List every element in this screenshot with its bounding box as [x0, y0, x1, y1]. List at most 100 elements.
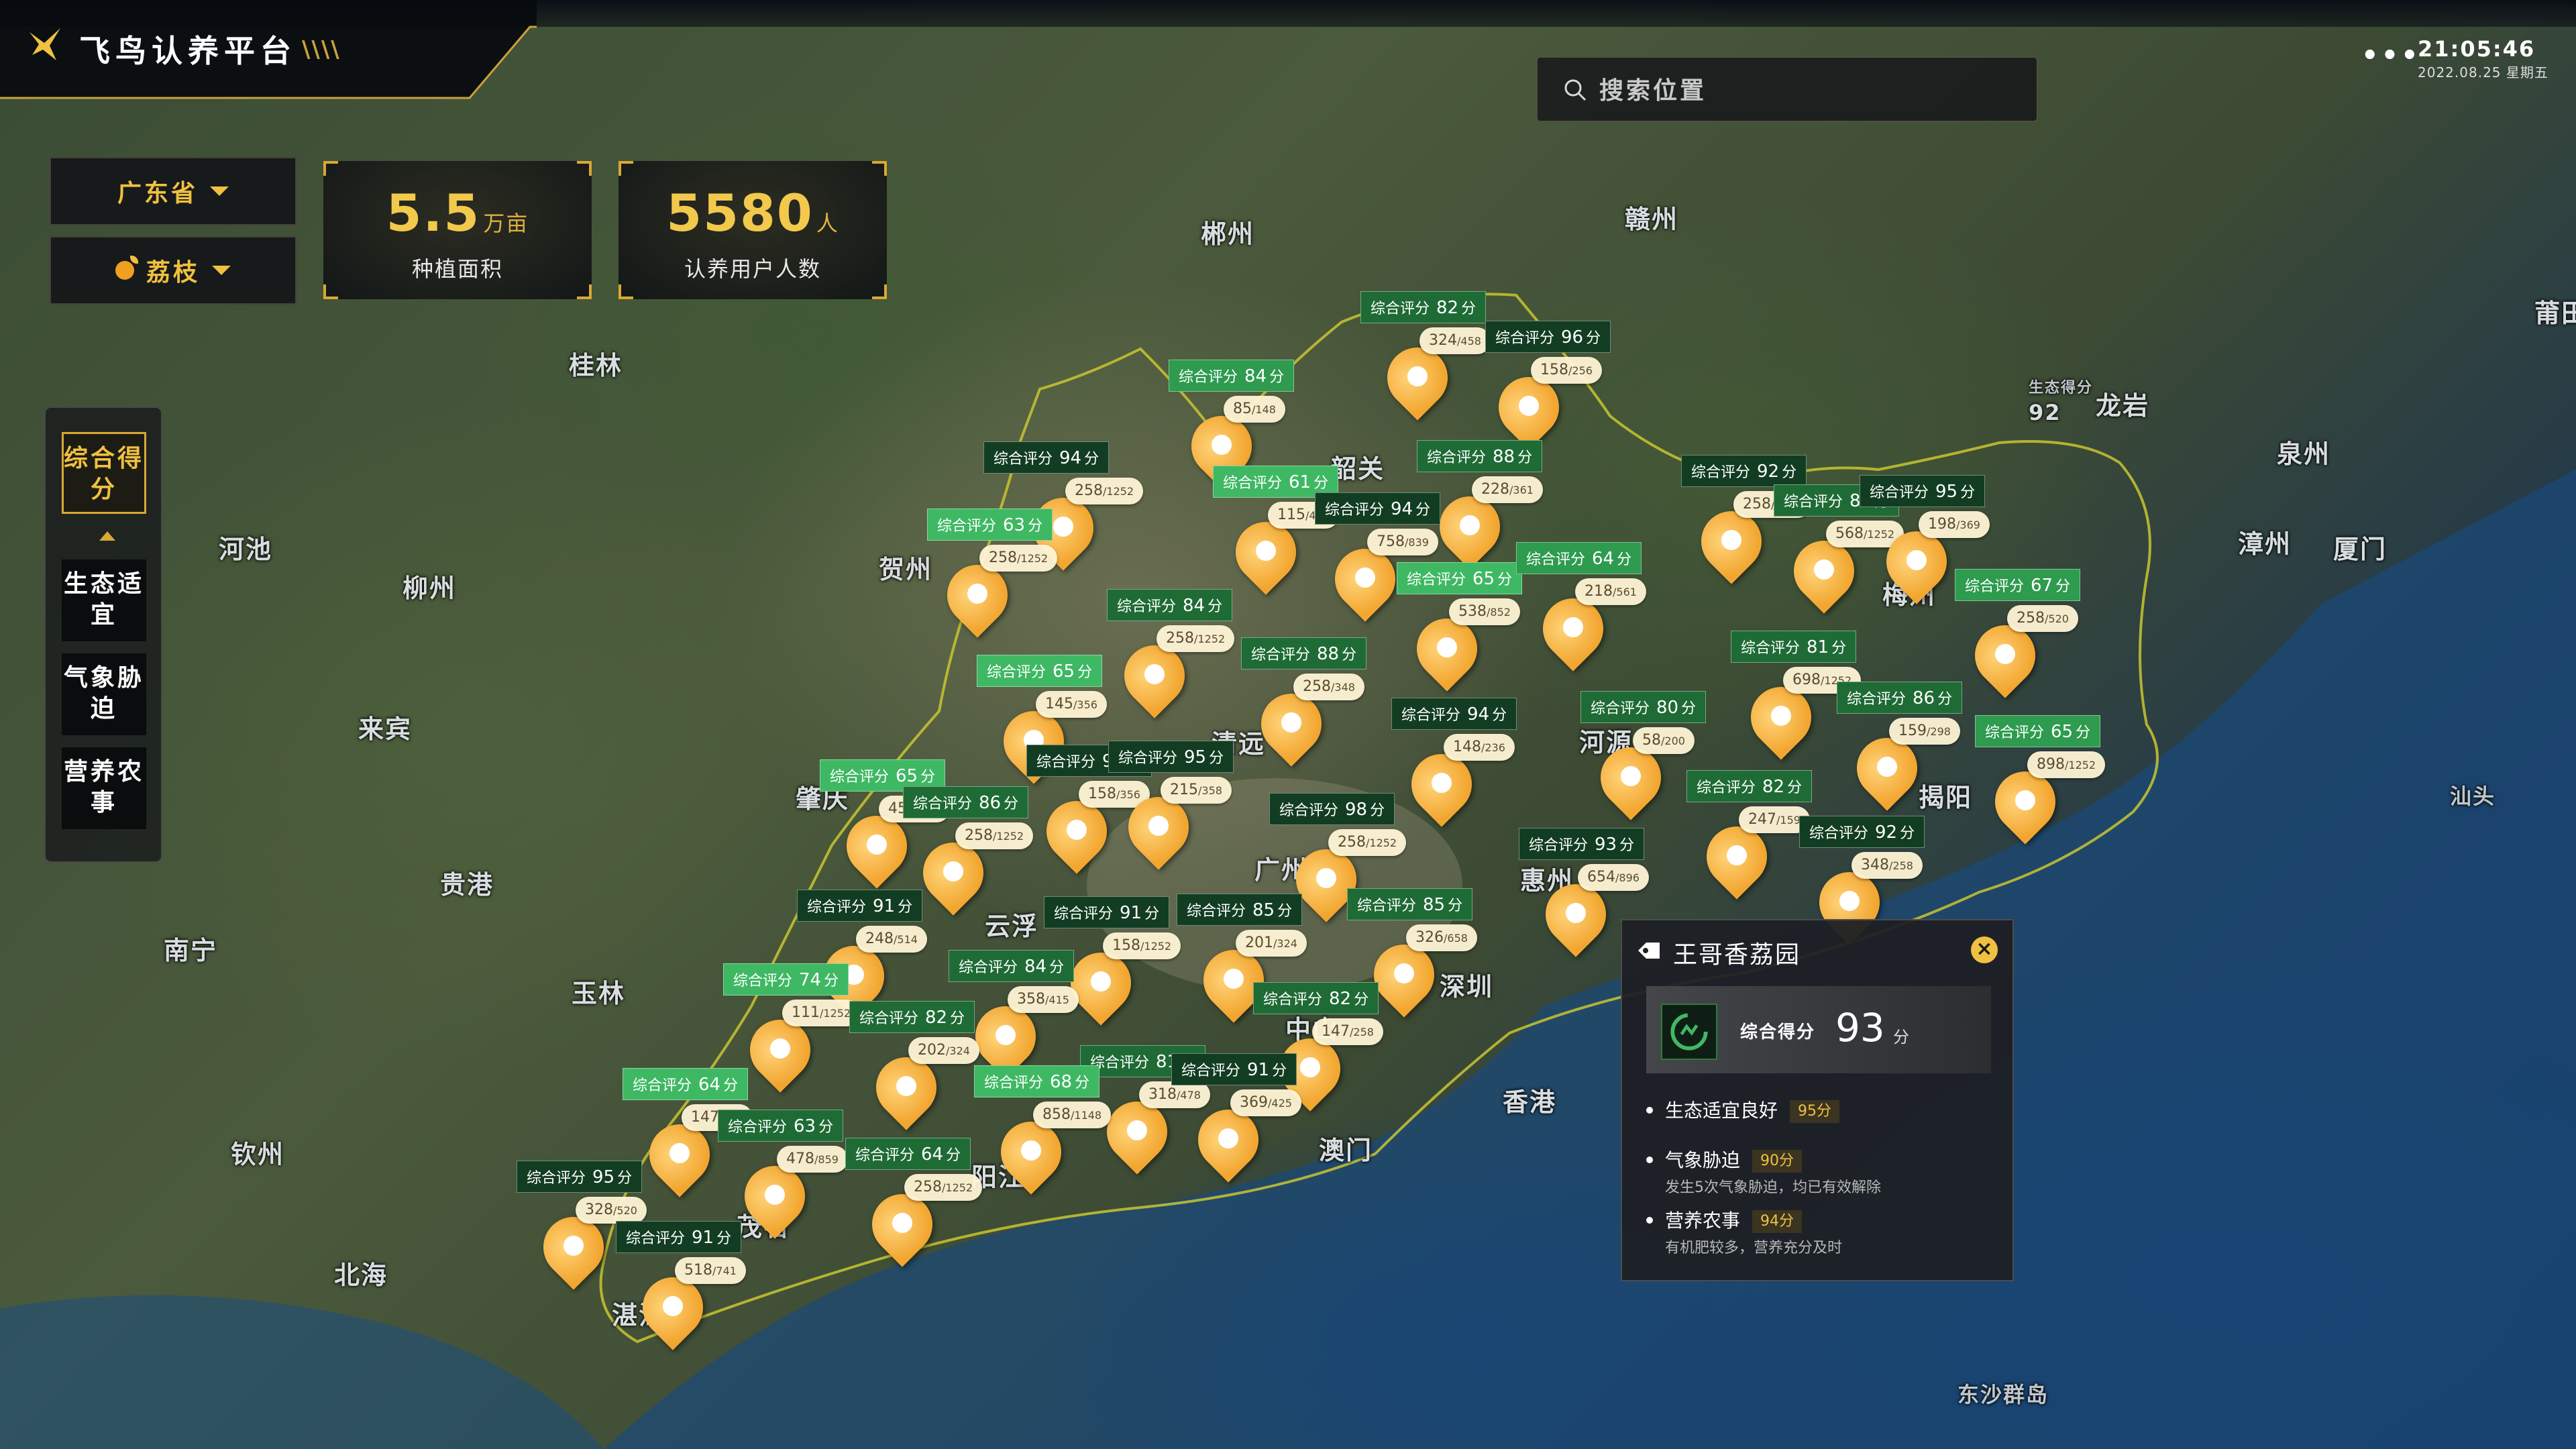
score-label[interactable]: 综合评分 64 分: [845, 1138, 971, 1170]
score-label[interactable]: 综合评分 96 分: [1485, 321, 1611, 353]
score-label[interactable]: 综合评分 84 分: [949, 950, 1075, 982]
orchard-pin-icon[interactable]: [863, 1044, 949, 1131]
score-label[interactable]: 综合评分 98 分: [1269, 793, 1395, 825]
orchard-pin-icon[interactable]: [1248, 681, 1334, 767]
score-label[interactable]: 综合评分 84 分: [1169, 360, 1295, 392]
orchard-pin-icon[interactable]: [859, 1181, 945, 1268]
lychee-icon: [115, 256, 138, 280]
score-label[interactable]: 综合评分 88 分: [1241, 637, 1367, 669]
orchard-pin-icon[interactable]: [1399, 741, 1485, 828]
score-label[interactable]: 综合评分 82 分: [1360, 291, 1487, 323]
place-label: 郴州: [1201, 219, 1255, 249]
total-count: /1148: [1071, 1109, 1102, 1122]
score-label[interactable]: 综合评分 68 分: [974, 1065, 1100, 1097]
search-bar[interactable]: [1536, 56, 2038, 122]
orchard-pin-icon[interactable]: [1361, 932, 1447, 1018]
stat-label: 种植面积: [411, 256, 503, 282]
score-label[interactable]: 综合评分 91 分: [616, 1221, 742, 1253]
score-label[interactable]: 综合评分 94 分: [1315, 492, 1441, 525]
orchard-pin-icon[interactable]: [1874, 519, 1960, 605]
crop-select[interactable]: 荔枝: [50, 236, 297, 305]
score-label[interactable]: 综合评分 86分: [1837, 682, 1963, 714]
orchard-pin-icon[interactable]: [1058, 940, 1144, 1026]
orchard-pin-icon[interactable]: [732, 1153, 818, 1240]
orchard-pin-icon[interactable]: [1404, 606, 1490, 692]
orchard-pin-icon[interactable]: [1694, 814, 1780, 900]
place-label: 韶关: [1331, 454, 1385, 484]
score-label[interactable]: 综合评分 88 分: [1417, 440, 1543, 472]
orchard-pin-icon[interactable]: [1034, 788, 1120, 875]
score-label[interactable]: 综合评分 63 分: [718, 1110, 844, 1142]
score-label[interactable]: 综合评分 80 分: [1580, 691, 1707, 723]
orchard-pin-icon[interactable]: [988, 1109, 1074, 1195]
score-label[interactable]: 综合评分 63 分: [927, 508, 1053, 541]
more-menu-icon[interactable]: •••: [2361, 40, 2421, 71]
orchard-pin-icon[interactable]: [737, 1007, 823, 1093]
score-label[interactable]: 综合评分 84 分: [1107, 589, 1233, 621]
layer-button-composite[interactable]: 综合得分: [62, 432, 146, 514]
orchard-pin-icon[interactable]: [1844, 725, 1930, 812]
orchard-pin-icon[interactable]: [1688, 498, 1774, 585]
orchard-pin-icon[interactable]: [1427, 484, 1513, 570]
score-label[interactable]: 综合评分 92 分: [1799, 816, 1925, 848]
orchard-pin-icon[interactable]: [630, 1265, 716, 1351]
score-label[interactable]: 综合评分 67 分: [1955, 569, 2081, 601]
search-input[interactable]: [1599, 72, 2015, 109]
score-label[interactable]: 综合评分 64 分: [623, 1068, 749, 1100]
orchard-pin-icon[interactable]: [1982, 759, 2068, 845]
close-icon[interactable]: ×: [1971, 936, 1998, 963]
pin-dot: [1127, 1120, 1147, 1140]
orchard-pin-icon[interactable]: [1375, 335, 1460, 421]
orchard-pin-icon[interactable]: [1223, 509, 1309, 596]
adopted-count: 147: [1322, 1023, 1350, 1040]
layer-button-weather[interactable]: 气象胁迫: [62, 653, 146, 735]
score-label[interactable]: 综合评分 91 分: [1171, 1053, 1297, 1085]
score-label[interactable]: 综合评分 95分: [1860, 475, 1986, 507]
score-label[interactable]: 综合评分 64 分: [1516, 542, 1642, 574]
score-label[interactable]: 综合评分 91 分: [1044, 896, 1170, 928]
score-label[interactable]: 综合评分 81分: [1731, 631, 1857, 663]
chevron-up-icon: [99, 531, 115, 541]
score-label[interactable]: 综合评分 94 分: [1391, 698, 1517, 730]
orchard-pin-icon[interactable]: [1094, 1089, 1180, 1175]
score-label[interactable]: 综合评分 82 分: [1686, 770, 1813, 802]
score-label[interactable]: 综合评分 94 分: [983, 441, 1110, 474]
orchard-pin-icon[interactable]: [1116, 784, 1201, 871]
score-label[interactable]: 综合评分 74 分: [723, 963, 849, 996]
score-label[interactable]: 综合评分 65 分: [977, 655, 1103, 687]
orchard-pin-icon[interactable]: [1781, 528, 1867, 614]
layer-button-ecology[interactable]: 生态适宜: [62, 559, 146, 641]
orchard-pin-icon[interactable]: [637, 1112, 722, 1198]
orchard-pin-icon[interactable]: [1185, 1097, 1271, 1183]
score-label[interactable]: 综合评分 82 分: [849, 1001, 975, 1033]
score-label[interactable]: 综合评分 85 分: [1347, 888, 1473, 920]
orchard-pin-icon[interactable]: [1322, 536, 1408, 623]
orchard-pin-icon[interactable]: [934, 552, 1020, 639]
score-label[interactable]: 综合评分 91 分: [797, 890, 923, 922]
orchard-pin-icon[interactable]: [1112, 633, 1197, 719]
pin-dot: [1212, 435, 1232, 455]
orchard-pin-icon[interactable]: [531, 1204, 616, 1291]
orchard-pin-icon[interactable]: [1588, 735, 1674, 821]
orchard-pin-icon[interactable]: [1962, 612, 2048, 699]
layer-button-nutrition[interactable]: 营养农事: [62, 747, 146, 829]
score-label[interactable]: 综合评分 95分: [1108, 741, 1234, 773]
score-label[interactable]: 综合评分 85 分: [1177, 894, 1303, 926]
score-label[interactable]: 综合评分 65 分: [1397, 562, 1523, 594]
score-label[interactable]: 综合评分 95分: [517, 1161, 643, 1193]
score-suffix: 分: [1342, 647, 1357, 663]
orchard-pin-icon[interactable]: [834, 803, 920, 890]
score-label[interactable]: 综合评分 93 分: [1519, 828, 1645, 860]
province-select[interactable]: 广东省: [50, 157, 297, 225]
score-label[interactable]: 综合评分 82 分: [1253, 982, 1379, 1014]
orchard-pin-icon[interactable]: [1533, 871, 1619, 958]
orchard-pin-icon[interactable]: [1530, 586, 1616, 672]
orchard-pin-icon[interactable]: [1738, 674, 1824, 761]
score-label[interactable]: 综合评分 92 分: [1681, 455, 1807, 487]
pin-dot: [1907, 550, 1927, 570]
score-label[interactable]: 综合评分 86分: [903, 786, 1029, 818]
brand-plate: 飞鸟认养平台 \\\\: [0, 0, 537, 101]
orchard-pin-icon[interactable]: [910, 830, 996, 916]
search-icon[interactable]: [1563, 78, 1587, 102]
score-label[interactable]: 综合评分 65 分: [1975, 715, 2101, 747]
